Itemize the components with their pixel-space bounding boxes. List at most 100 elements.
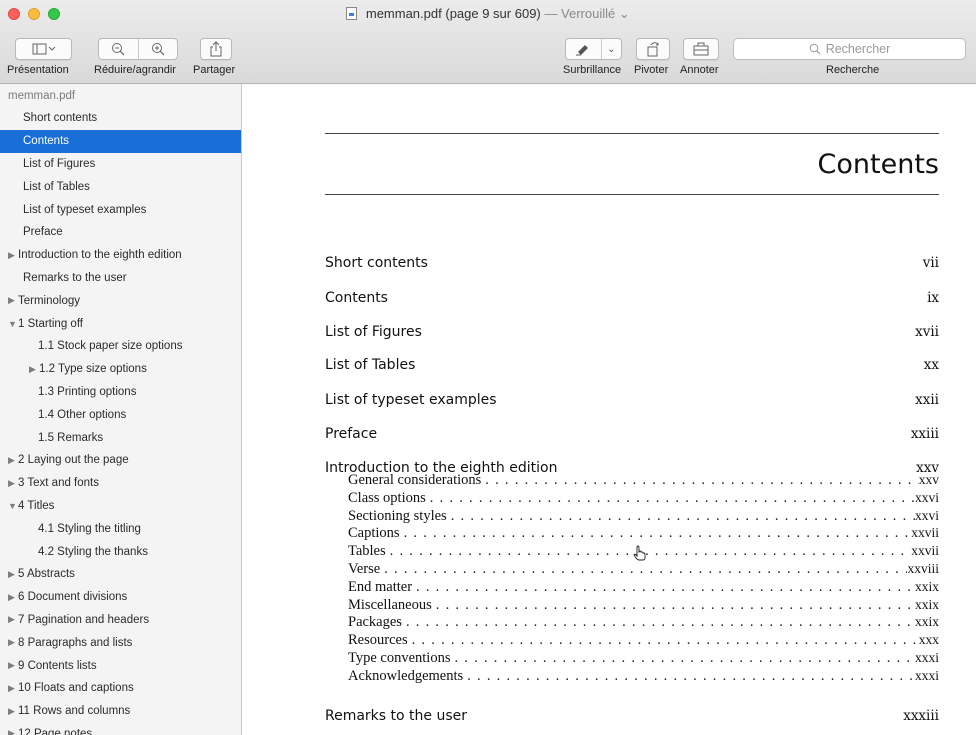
sidebar-item[interactable]: ▶ Introduction to the eighth edition [0,244,241,267]
sidebar-item[interactable]: List of typeset examples [0,198,241,221]
disclosure-closed-icon[interactable]: ▶ [8,478,18,489]
sidebar-item-label: 10 Floats and captions [18,682,134,695]
sidebar-item-label: Introduction to the eighth edition [18,249,182,262]
sidebar-item[interactable]: Contents [0,129,241,153]
sidebar-item-label: 2 Laying out the page [18,454,129,467]
search-icon [809,43,821,55]
sidebar-item[interactable]: ▶ 11 Rows and columns [0,700,241,723]
sidebar-item[interactable]: List of Figures [0,153,241,176]
sidebar-item[interactable]: Remarks to the user [0,267,241,290]
disclosure-closed-icon[interactable]: ▶ [8,660,18,671]
toc-subentry-page: xxxi [914,667,939,683]
disclosure-closed-icon[interactable]: ▶ [8,683,18,694]
sidebar-item[interactable]: 1.5 Remarks [0,426,241,449]
sidebar-item[interactable]: ▶ 9 Contents lists [0,654,241,677]
disclosure-closed-icon[interactable]: ▶ [8,706,18,717]
toc-subentry-page: xxx [918,632,939,648]
toc-subentry[interactable]: Acknowledgements........................… [348,668,939,685]
sidebar-item[interactable]: 4.2 Styling the thanks [0,540,241,563]
disclosure-closed-icon[interactable]: ▶ [8,592,18,603]
sidebar-item[interactable]: ▶ 3 Text and fonts [0,472,241,495]
sidebar-item-label: 1.1 Stock paper size options [38,340,183,353]
leader-dots: ........................................… [467,667,915,684]
toc-subentry[interactable]: Miscellaneous...........................… [348,597,939,614]
disclosure-closed-icon[interactable]: ▶ [8,728,18,735]
rotate-button[interactable] [636,38,670,60]
sidebar-item[interactable]: 1.1 Stock paper size options [0,335,241,358]
toc-entry[interactable]: List of typeset examples xxii [325,392,939,408]
toc-entry[interactable]: Remarks to the user xxxiii [325,708,939,724]
disclosure-closed-icon[interactable]: ▶ [8,614,18,625]
sidebar-item[interactable]: ▶ 12 Page notes [0,723,241,735]
sidebar-item[interactable]: 1.3 Printing options [0,381,241,404]
disclosure-closed-icon[interactable]: ▶ [29,364,39,375]
disclosure-closed-icon[interactable]: ▶ [8,455,18,466]
toc-subentry[interactable]: Class options...........................… [348,490,939,507]
disclosure-open-icon[interactable]: ▼ [8,319,18,329]
presentation-button[interactable] [15,38,72,60]
disclosure-closed-icon[interactable]: ▶ [8,250,18,261]
title-status: Verrouillé [561,6,616,21]
sidebar-item[interactable]: ▶ 7 Pagination and headers [0,609,241,632]
sidebar-item-label: 1.3 Printing options [38,385,137,398]
search-input[interactable]: Rechercher [733,38,966,60]
sidebar-item[interactable]: ▼ 4 Titles [0,495,241,518]
toc-entry[interactable]: Preface xxiii [325,426,939,442]
toc-subentry[interactable]: Verse...................................… [348,561,939,578]
sidebar-item-label: 8 Paragraphs and lists [18,636,133,649]
sidebar-item[interactable]: List of Tables [0,175,241,198]
sidebar-item-label: 1 Starting off [18,317,83,330]
toc-subentry[interactable]: End matter..............................… [348,579,939,596]
sidebar-item-label: List of Tables [23,180,90,193]
share-button[interactable] [200,38,232,60]
sidebar-item[interactable]: Short contents [0,107,241,130]
sidebar-item[interactable]: ▶ 8 Paragraphs and lists [0,631,241,654]
toc-subentry-title: Packages [348,614,402,631]
toc-subentry[interactable]: Packages................................… [348,614,939,631]
sidebar-item[interactable]: Preface [0,221,241,244]
toc-entry[interactable]: Short contents vii [325,255,939,271]
toc-subentry[interactable]: Sectioning styles.......................… [348,508,939,525]
sidebar-item-label: 4 Titles [18,499,55,512]
toc-subentry[interactable]: Type conventions........................… [348,650,939,667]
zoom-in-button[interactable] [137,39,177,59]
sidebar-item[interactable]: ▶ 10 Floats and captions [0,677,241,700]
disclosure-closed-icon[interactable]: ▶ [8,637,18,648]
toc-subentry-page: xxix [914,596,939,612]
leader-dots: ........................................… [429,489,915,506]
rotate-label: Pivoter [634,64,669,76]
sidebar-item[interactable]: ▶ Terminology [0,289,241,312]
toc-entry[interactable]: Contents ix [325,290,939,306]
annotate-button[interactable] [683,38,719,60]
sidebar-item[interactable]: 1.4 Other options [0,403,241,426]
disclosure-open-icon[interactable]: ▼ [8,501,18,511]
sidebar-item-label: 6 Document divisions [18,591,128,604]
toc-entry-page: xx [923,357,939,373]
sidebar-item[interactable]: 4.1 Styling the titling [0,517,241,540]
sidebar-item[interactable]: ▶ 2 Laying out the page [0,449,241,472]
toc-entry[interactable]: List of Tables xx [325,357,939,373]
toc-subentry[interactable]: General considerations..................… [348,472,939,489]
toc-entry[interactable]: List of Figures xvii [325,324,939,340]
toc-subentry[interactable]: Resources...............................… [348,632,939,649]
sidebar-item-label: Terminology [18,294,80,307]
title-filename: memman.pdf [365,6,442,21]
leader-dots: ........................................… [403,525,912,542]
disclosure-closed-icon[interactable]: ▶ [8,569,18,580]
sidebar-item[interactable]: ▼ 1 Starting off [0,312,241,335]
sidebar-item[interactable]: ▶ 5 Abstracts [0,563,241,586]
toc-entry-title: List of typeset examples [325,392,497,408]
highlight-options-button[interactable]: ⌄ [600,39,621,59]
toc-subentry-title: General considerations [348,472,482,488]
sidebar-item-label: 4.2 Styling the thanks [38,545,148,558]
toc-subentry[interactable]: Captions................................… [348,525,939,542]
sidebar-view-icon [32,43,55,55]
sidebar-item[interactable]: ▶ 6 Document divisions [0,586,241,609]
highlight-button[interactable] [566,39,601,59]
sidebar-item-label: List of typeset examples [23,203,147,216]
sidebar-item[interactable]: ▶ 1.2 Type size options [0,358,241,381]
window-title[interactable]: memman.pdf (page 9 sur 609) — Verrouillé… [0,6,976,22]
zoom-out-button[interactable] [99,39,138,59]
disclosure-closed-icon[interactable]: ▶ [8,295,18,306]
sidebar-item-label: List of Figures [23,157,96,170]
